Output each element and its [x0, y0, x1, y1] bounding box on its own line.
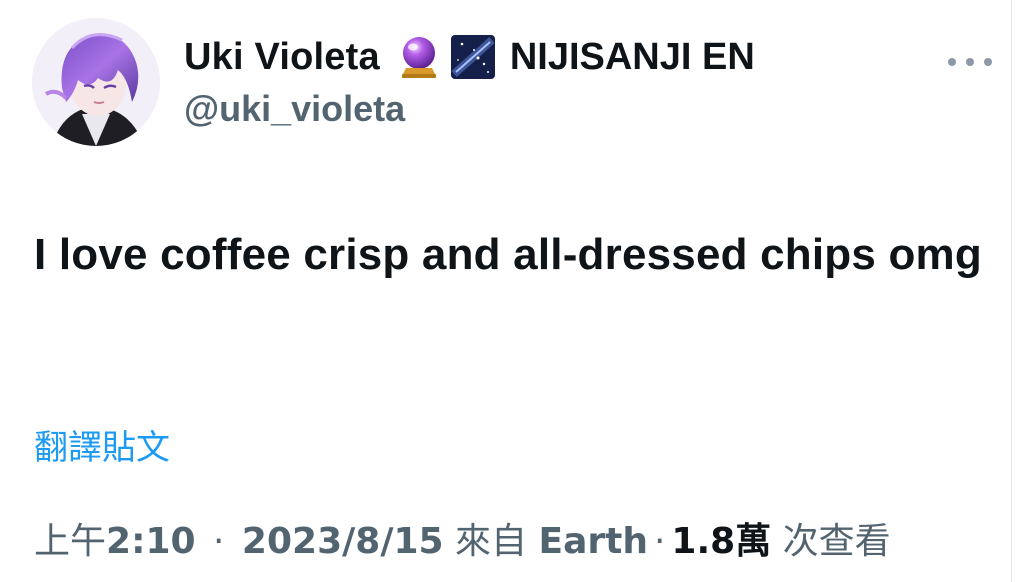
source: Earth — [538, 521, 648, 562]
scroll-edge — [1011, 0, 1024, 582]
date[interactable]: 2023/8/15 — [242, 521, 444, 562]
milky-way-icon — [450, 34, 496, 80]
org-name: NIJISANJI EN — [509, 35, 755, 78]
time-prefix: 上午 — [34, 521, 107, 562]
source-prefix: 來自 — [455, 521, 528, 562]
more-options-button[interactable] — [948, 50, 992, 74]
views-count: 1.8萬 — [671, 521, 772, 562]
more-dot-icon — [966, 58, 974, 66]
display-name[interactable]: Uki Violeta — [184, 36, 380, 79]
separator: · — [653, 521, 666, 562]
more-dot-icon — [984, 58, 992, 66]
tweet-meta: 上午2:10 · 2023/8/15 來自 Earth · 1.8萬 次查看 — [34, 512, 891, 564]
separator: · — [213, 521, 225, 562]
more-dot-icon — [948, 58, 956, 66]
views-label: 次查看 — [782, 521, 891, 562]
avatar-illustration — [32, 18, 160, 146]
user-handle[interactable]: @uki_violeta — [184, 88, 405, 130]
timestamp[interactable]: 上午2:10 — [34, 521, 196, 562]
time: 2:10 — [106, 521, 196, 562]
tweet-text: I love coffee crisp and all-dressed chip… — [34, 230, 982, 279]
translate-post-link[interactable]: 翻譯貼文 — [34, 420, 170, 469]
crystal-ball-icon — [396, 34, 442, 80]
tweet-header: Uki Violeta NIJISANJI EN @uki_violeta — [32, 18, 992, 148]
avatar[interactable] — [32, 18, 160, 146]
display-name-row: Uki Violeta NIJISANJI EN — [184, 32, 755, 82]
